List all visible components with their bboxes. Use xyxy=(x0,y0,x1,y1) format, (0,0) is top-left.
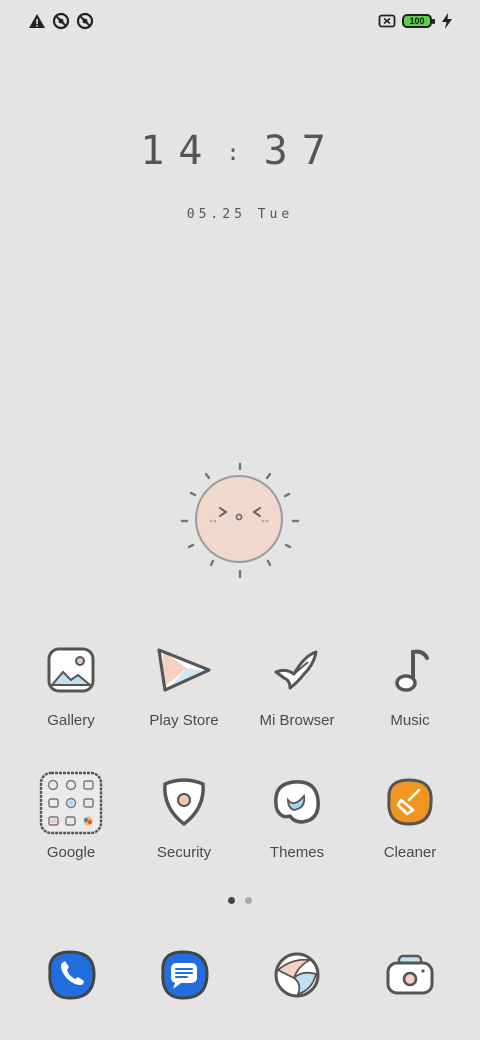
battery-icon: 100 xyxy=(402,14,435,28)
mi-browser-dock-icon[interactable] xyxy=(268,946,326,1004)
mi-browser-icon xyxy=(274,650,318,690)
clock-minute: 37 xyxy=(263,128,340,174)
app-label: Themes xyxy=(269,844,325,861)
cleaner-icon xyxy=(387,778,433,826)
app-label: Play Store xyxy=(149,712,219,729)
camera-icon[interactable] xyxy=(381,946,439,1004)
battery-level: 100 xyxy=(409,15,425,26)
app-label: Mi Browser xyxy=(259,712,335,729)
app-label: Security xyxy=(156,844,212,861)
page-indicator[interactable] xyxy=(0,897,480,904)
app-label: Gallery xyxy=(47,712,95,729)
charging-icon xyxy=(442,13,452,29)
app-themes[interactable]: Themes xyxy=(242,770,352,861)
sim-off-icon xyxy=(378,14,396,28)
clock-widget[interactable]: 14:37 xyxy=(0,128,480,174)
app-mi-browser[interactable]: Mi Browser xyxy=(242,638,352,729)
sun-weather-widget[interactable] xyxy=(176,458,304,586)
app-gallery[interactable]: Gallery xyxy=(16,638,126,729)
google-folder-icon xyxy=(39,771,103,835)
folder-google[interactable]: Google xyxy=(16,770,126,861)
messages-icon[interactable] xyxy=(155,946,213,1004)
app-cleaner[interactable]: Cleaner xyxy=(355,770,465,861)
app-label: Cleaner xyxy=(383,844,437,861)
date-text: 05.25 Tue xyxy=(186,207,294,222)
no-sync-icon xyxy=(52,12,70,30)
app-play-store[interactable]: Play Store xyxy=(129,638,239,729)
security-icon xyxy=(163,778,205,826)
app-security[interactable]: Security xyxy=(129,770,239,861)
status-bar: 100 xyxy=(0,0,480,42)
warning-icon xyxy=(29,14,45,28)
app-music[interactable]: Music xyxy=(355,638,465,729)
no-sync-icon xyxy=(76,12,94,30)
app-label: Google xyxy=(46,844,96,861)
clock-separator: : xyxy=(226,140,254,166)
gallery-icon xyxy=(47,647,95,693)
page-dot-active[interactable] xyxy=(228,897,235,904)
phone-icon[interactable] xyxy=(42,946,100,1004)
music-icon xyxy=(395,649,429,692)
app-label: Music xyxy=(390,712,430,729)
clock-hour: 14 xyxy=(140,128,217,174)
themes-icon xyxy=(274,780,320,824)
page-dot[interactable] xyxy=(245,897,252,904)
play-store-icon xyxy=(157,648,211,692)
